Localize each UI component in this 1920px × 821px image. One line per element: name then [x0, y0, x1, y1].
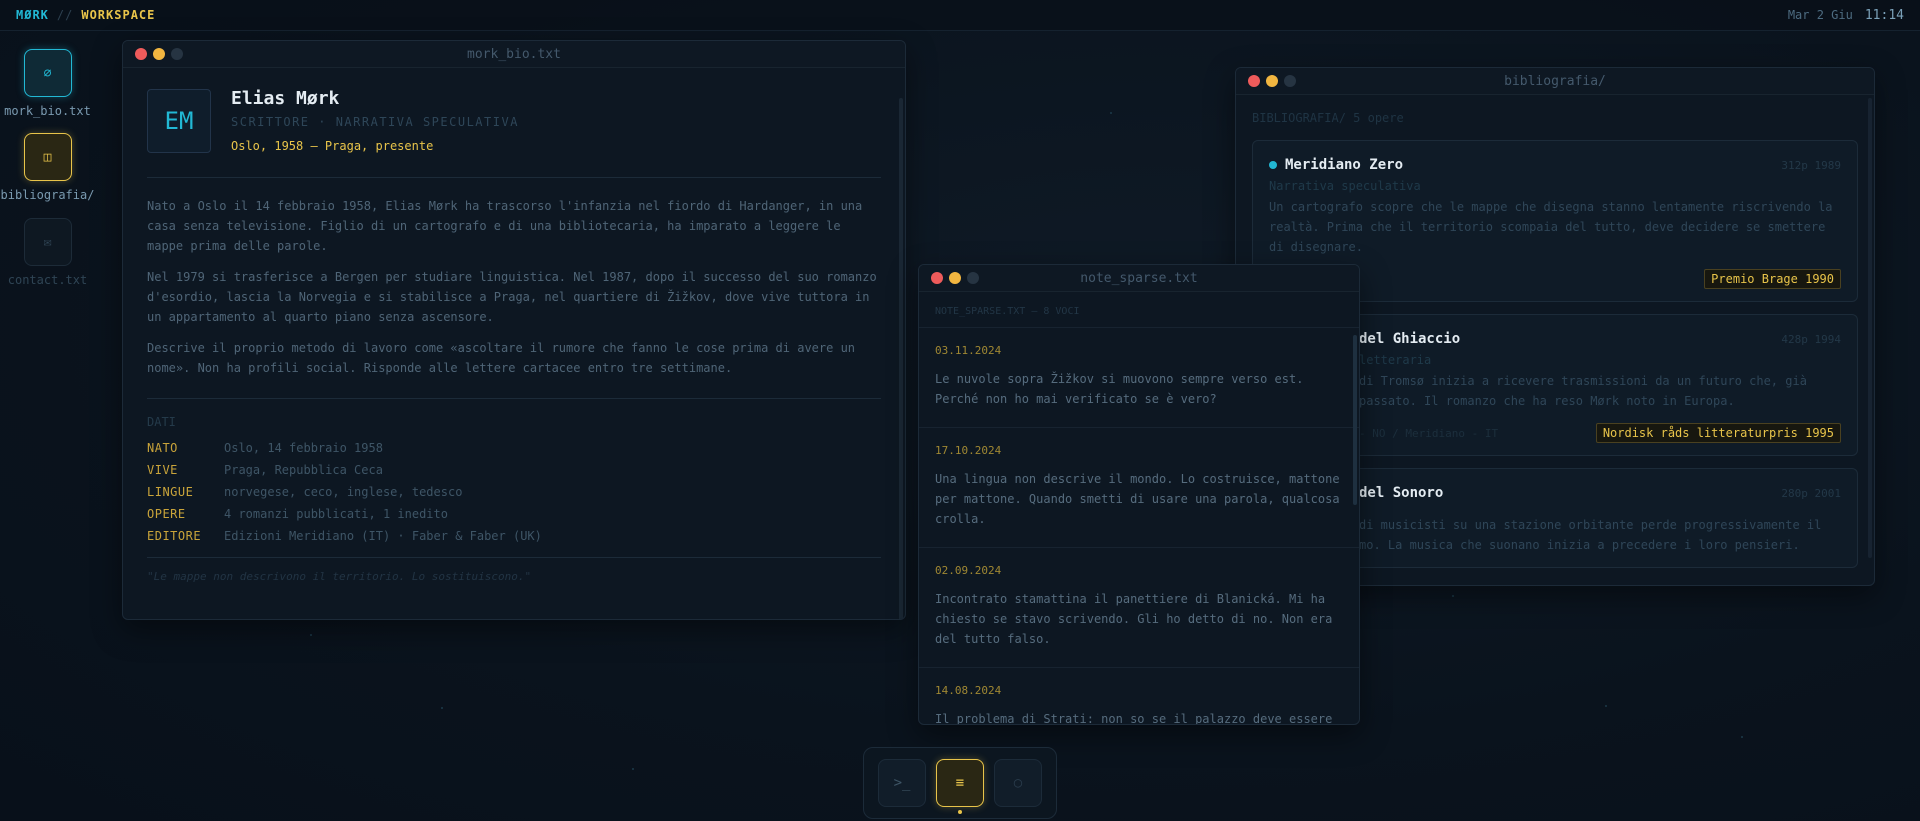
scrollbar[interactable] — [1353, 335, 1357, 505]
status-dot-icon — [1269, 161, 1277, 169]
maximize-button[interactable] — [1284, 75, 1296, 87]
author-name: Elias Mørk — [231, 88, 340, 109]
book-description: Un cartografo scopre che le mappe che di… — [1269, 200, 1833, 254]
bio-window[interactable]: mork_bio.txt EM Elias Mørk SCRITTORE · N… — [122, 40, 906, 620]
menu-icon[interactable]: ≡ — [936, 759, 984, 814]
terminal-icon[interactable]: >_ — [878, 759, 926, 807]
brand-name: MØRK — [16, 8, 49, 22]
circle-icon[interactable]: ○ — [994, 759, 1042, 807]
window-titlebar[interactable]: bibliografia/ — [1236, 68, 1874, 95]
author-role: SCRITTORE · NARRATIVA SPECULATIVA — [231, 115, 519, 129]
book-meta: 428p 1994 — [1781, 332, 1841, 346]
profile-header: EM Elias Mørk SCRITTORE · NARRATIVA SPEC… — [147, 88, 881, 153]
close-button[interactable] — [1248, 75, 1260, 87]
note-item[interactable]: 17.10.2024 Una lingua non descrive il mo… — [919, 428, 1359, 548]
scrollbar[interactable] — [1868, 98, 1872, 558]
award-badge: Premio Brage 1990 — [1704, 269, 1841, 289]
top-bar: MØRK // WORKSPACE Mar 2 Giu 11:14 — [0, 0, 1920, 31]
desktop-icon-label: bibliografia/ — [0, 188, 95, 202]
fact-value: Praga, Repubblica Ceca — [224, 463, 383, 477]
note-item[interactable]: 03.11.2024 Le nuvole sopra Žižkov si muo… — [919, 328, 1359, 428]
fact-key: NATO — [147, 441, 178, 455]
time-display: 11:14 — [1864, 7, 1904, 23]
book-title: del Ghiaccio — [1359, 331, 1461, 347]
active-indicator — [958, 810, 962, 814]
brand: MØRK // WORKSPACE — [16, 8, 155, 22]
note-date: 14.08.2024 — [935, 684, 1002, 697]
book-meta: 280p 2001 — [1781, 486, 1841, 500]
folder-icon[interactable]: ◫ — [23, 133, 72, 181]
note-item[interactable]: 02.09.2024 Incontrato stamattina il pane… — [919, 548, 1359, 668]
window-titlebar[interactable]: mork_bio.txt — [123, 41, 905, 68]
note-text: Il problema di Strati: non so se il pala… — [935, 712, 1333, 725]
maximize-button[interactable] — [171, 48, 183, 60]
close-button[interactable] — [135, 48, 147, 60]
fact-key: VIVE — [147, 463, 178, 477]
fact-value: Oslo, 14 febbraio 1958 — [224, 441, 383, 455]
note-date: 17.10.2024 — [935, 444, 1002, 457]
bio-content: EM Elias Mørk SCRITTORE · NARRATIVA SPEC… — [123, 68, 905, 619]
close-button[interactable] — [931, 272, 943, 284]
divider — [147, 557, 881, 558]
note-date: 03.11.2024 — [935, 344, 1002, 357]
divider — [147, 398, 881, 399]
window-title: bibliografia/ — [1504, 73, 1606, 89]
desktop-icon-mork-bio[interactable]: ⌀ mork_bio.txt — [0, 49, 95, 118]
fact-key: OPERE — [147, 507, 186, 521]
divider — [147, 177, 881, 178]
fact-row: VIVE Praga, Repubblica Ceca — [147, 463, 881, 477]
note-text: Le nuvole sopra Žižkov si muovono sempre… — [935, 372, 1304, 406]
date-display: Mar 2 Giu — [1787, 8, 1853, 22]
author-quote: "Le mappe non descrivono il territorio. … — [147, 570, 532, 583]
maximize-button[interactable] — [967, 272, 979, 284]
notes-header: NOTE_SPARSE.TXT — 8 VOCI — [919, 292, 1359, 328]
fact-key: EDITORE — [147, 529, 202, 543]
fact-row: OPERE 4 romanzi pubblicati, 1 inedito — [147, 507, 881, 521]
book-genre: Narrativa speculativa — [1269, 179, 1421, 193]
book-meta: 312p 1989 — [1781, 158, 1841, 172]
no-entry-icon[interactable]: ⌀ — [23, 49, 72, 97]
notes-window[interactable]: note_sparse.txt NOTE_SPARSE.TXT — 8 VOCI… — [918, 264, 1360, 725]
author-life: Oslo, 1958 — Praga, presente — [231, 139, 434, 153]
fact-row: EDITORE Edizioni Meridiano (IT) · Faber … — [147, 529, 881, 543]
window-title: mork_bio.txt — [467, 46, 561, 62]
fact-row: LINGUE norvegese, ceco, inglese, tedesco — [147, 485, 881, 499]
brand-separator: // — [56, 8, 74, 22]
window-title: note_sparse.txt — [1080, 270, 1198, 286]
window-titlebar[interactable]: note_sparse.txt — [919, 265, 1359, 292]
dock: >_ ≡ ○ — [863, 747, 1057, 819]
note-text: Una lingua non descrive il mondo. Lo cos… — [935, 472, 1340, 526]
fact-key: LINGUE — [147, 485, 194, 499]
note-item[interactable]: 14.08.2024 Il problema di Strati: non so… — [919, 668, 1359, 725]
menu-glyph: ≡ — [955, 775, 965, 791]
fact-value: 4 romanzi pubblicati, 1 inedito — [224, 507, 448, 521]
desktop-icon-contact[interactable]: ✉ contact.txt — [0, 218, 95, 287]
clock-area: Mar 2 Giu 11:14 — [1788, 8, 1904, 23]
book-title: del Sonoro — [1359, 485, 1444, 501]
note-date: 02.09.2024 — [935, 564, 1002, 577]
avatar: EM — [147, 88, 211, 153]
fact-value: norvegese, ceco, inglese, tedesco — [224, 485, 463, 499]
envelope-icon[interactable]: ✉ — [23, 218, 72, 266]
fact-value: Edizioni Meridiano (IT) · Faber & Faber … — [224, 529, 542, 543]
award-badge: Nordisk råds litteraturpris 1995 — [1595, 423, 1841, 443]
scrollbar[interactable] — [899, 98, 903, 619]
brand-workspace: WORKSPACE — [81, 8, 156, 22]
minimize-button[interactable] — [1266, 75, 1278, 87]
fact-row: NATO Oslo, 14 febbraio 1958 — [147, 441, 881, 455]
desktop-icon-label: contact.txt — [7, 273, 88, 287]
note-text: Incontrato stamattina il panettiere di B… — [935, 592, 1333, 646]
book-title: Meridiano Zero — [1285, 157, 1404, 173]
bibliography-header: BIBLIOGRAFIA/ 5 opere — [1252, 111, 1404, 125]
data-section-label: DATI — [147, 415, 176, 429]
minimize-button[interactable] — [153, 48, 165, 60]
bio-paragraph: Nel 1979 si trasferisce a Bergen per stu… — [147, 270, 877, 324]
bio-paragraph: Descrive il proprio metodo di lavoro com… — [147, 341, 856, 375]
desktop-icon-label: mork_bio.txt — [4, 104, 91, 118]
minimize-button[interactable] — [949, 272, 961, 284]
desktop-icon-bibliografia[interactable]: ◫ bibliografia/ — [0, 133, 95, 202]
bio-paragraph: Nato a Oslo il 14 febbraio 1958, Elias M… — [147, 199, 863, 253]
